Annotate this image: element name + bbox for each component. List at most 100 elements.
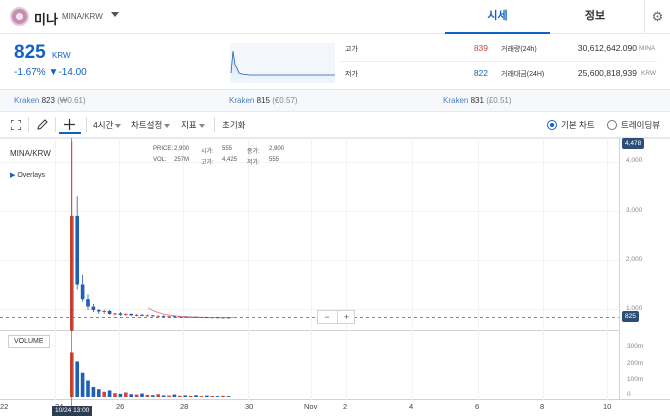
candlestick-chart-svg[interactable] <box>0 138 670 416</box>
volume-bar <box>188 395 193 397</box>
volume-bar <box>145 394 150 397</box>
x-tick-label: 26 <box>116 402 125 411</box>
pencil-icon[interactable] <box>37 119 48 130</box>
crosshair-button[interactable] <box>59 116 81 134</box>
tradingview-label[interactable]: 트레이딩뷰 <box>621 119 660 131</box>
candle-body <box>210 317 214 319</box>
candle-body <box>86 299 90 307</box>
volume-tick-label: 100m <box>627 376 644 383</box>
zoom-out-button[interactable]: − <box>318 311 336 323</box>
exchange-item[interactable]: Kraken 823 (₩0.61) <box>14 96 86 105</box>
volume-tick-label: 0 <box>627 391 631 398</box>
volume-bar <box>210 395 214 397</box>
crosshair-icon <box>64 119 75 130</box>
reset-button[interactable]: 초기화 <box>222 119 245 131</box>
volume-bar <box>107 390 112 397</box>
chart-toolbar: 4시간 차트설정 지표 초기화 기본 차트 트레이딩뷰 <box>0 112 670 138</box>
volume-bar <box>75 361 79 397</box>
chevron-down-icon <box>164 123 171 128</box>
candle-body <box>75 215 79 285</box>
coin-name[interactable]: 미나 <box>34 9 58 28</box>
volume-bar <box>151 395 155 397</box>
exchange-price-bar: Kraken 823 (₩0.61) Kraken 815 (€0.57) Kr… <box>0 90 670 112</box>
volume-bar <box>194 395 198 397</box>
candle-body <box>226 317 231 319</box>
chart-settings-menu[interactable]: 차트설정 <box>131 119 171 131</box>
zoom-in-button[interactable]: + <box>337 311 355 323</box>
candle-body <box>221 317 225 319</box>
ohlc-price: 2,900 <box>174 146 190 152</box>
overlays-toggle[interactable]: ▶ Overlays <box>10 171 45 179</box>
divider <box>86 117 87 132</box>
ohlc-high-label: 고가: <box>201 160 214 166</box>
chevron-down-icon <box>115 123 122 128</box>
volume-bar <box>199 396 204 397</box>
basic-chart-label[interactable]: 기본 차트 <box>561 119 595 131</box>
volume-bar <box>118 393 123 397</box>
ohlc-close: 2,900 <box>269 146 285 152</box>
tab-info[interactable]: 정보 <box>550 0 640 34</box>
divider <box>340 61 497 62</box>
chevron-down-icon[interactable] <box>111 12 119 17</box>
volume-panel-label: VOLUME <box>8 335 50 348</box>
divider <box>214 117 215 132</box>
price-chart[interactable]: MINA/KRW ▶ Overlays PRICE: 2,900 시가: 555… <box>0 138 670 416</box>
fullscreen-icon[interactable] <box>11 120 21 130</box>
basic-chart-radio[interactable] <box>547 120 557 130</box>
volume-bar <box>80 372 85 397</box>
coin-pair[interactable]: MINA/KRW <box>62 12 103 21</box>
volume-bar <box>156 394 160 397</box>
candle-body <box>124 313 128 315</box>
price-unit: KRW <box>52 51 71 60</box>
ohlc-open-label: 시가: <box>201 149 214 155</box>
indicators-menu[interactable]: 지표 <box>181 119 205 131</box>
candle-body <box>194 316 198 318</box>
candle-body <box>102 310 106 312</box>
candle-body <box>129 313 133 316</box>
x-tick-label: Nov <box>304 402 318 411</box>
tab-quote[interactable]: 시세 <box>445 0 550 34</box>
candle-body <box>134 314 139 316</box>
y-tick-label: 3,000 <box>626 207 643 214</box>
volume-bar <box>215 396 220 397</box>
amount-value: 25,600,818,939 <box>577 68 637 78</box>
low-value: 822 <box>473 68 488 78</box>
volume-bar <box>221 395 225 397</box>
chevron-down-icon <box>198 123 205 128</box>
volume-bar <box>91 386 96 397</box>
volume-bar <box>140 393 144 397</box>
candle-body <box>97 309 101 312</box>
candle-body <box>113 313 117 315</box>
interval-select[interactable]: 4시간 <box>93 119 122 131</box>
volume-bar <box>129 394 133 397</box>
divider <box>55 117 56 132</box>
gear-icon[interactable]: ⚙ <box>644 0 670 34</box>
tradingview-radio[interactable] <box>607 120 617 130</box>
volume-bar <box>161 395 166 397</box>
ohlc-high: 4,425 <box>222 157 238 163</box>
zoom-control[interactable]: − + <box>317 310 355 324</box>
candle-body <box>107 310 112 314</box>
x-tick-label: 10 <box>603 402 612 411</box>
x-tick-label: 28 <box>180 402 189 411</box>
y-tick-label: 2,000 <box>626 256 643 263</box>
candle-body <box>91 306 96 310</box>
ohlc-vol-label: VOL: <box>153 157 167 163</box>
y-tick-label: 1,000 <box>626 305 643 312</box>
exchange-item[interactable]: Kraken 831 (£0.51) <box>443 96 512 105</box>
volume-bar <box>172 394 177 397</box>
candle-body <box>188 316 193 318</box>
top-price-tag: 4,478 <box>622 138 645 149</box>
x-tick-label: 2 <box>343 402 348 411</box>
last-price-tag: 825 <box>622 311 639 322</box>
x-tick-label: 30 <box>245 402 254 411</box>
volume-unit: MINA <box>639 45 656 52</box>
current-price: 825 <box>14 42 46 63</box>
exchange-item[interactable]: Kraken 815 (€0.57) <box>229 96 298 105</box>
amount-unit: KRW <box>641 70 657 77</box>
x-tick-label: 4 <box>409 402 414 411</box>
volume-bar <box>134 394 139 397</box>
price-change: -1.67% ▼-14.00 <box>14 67 87 78</box>
high-value: 839 <box>473 43 488 53</box>
ohlc-open: 555 <box>222 146 233 152</box>
